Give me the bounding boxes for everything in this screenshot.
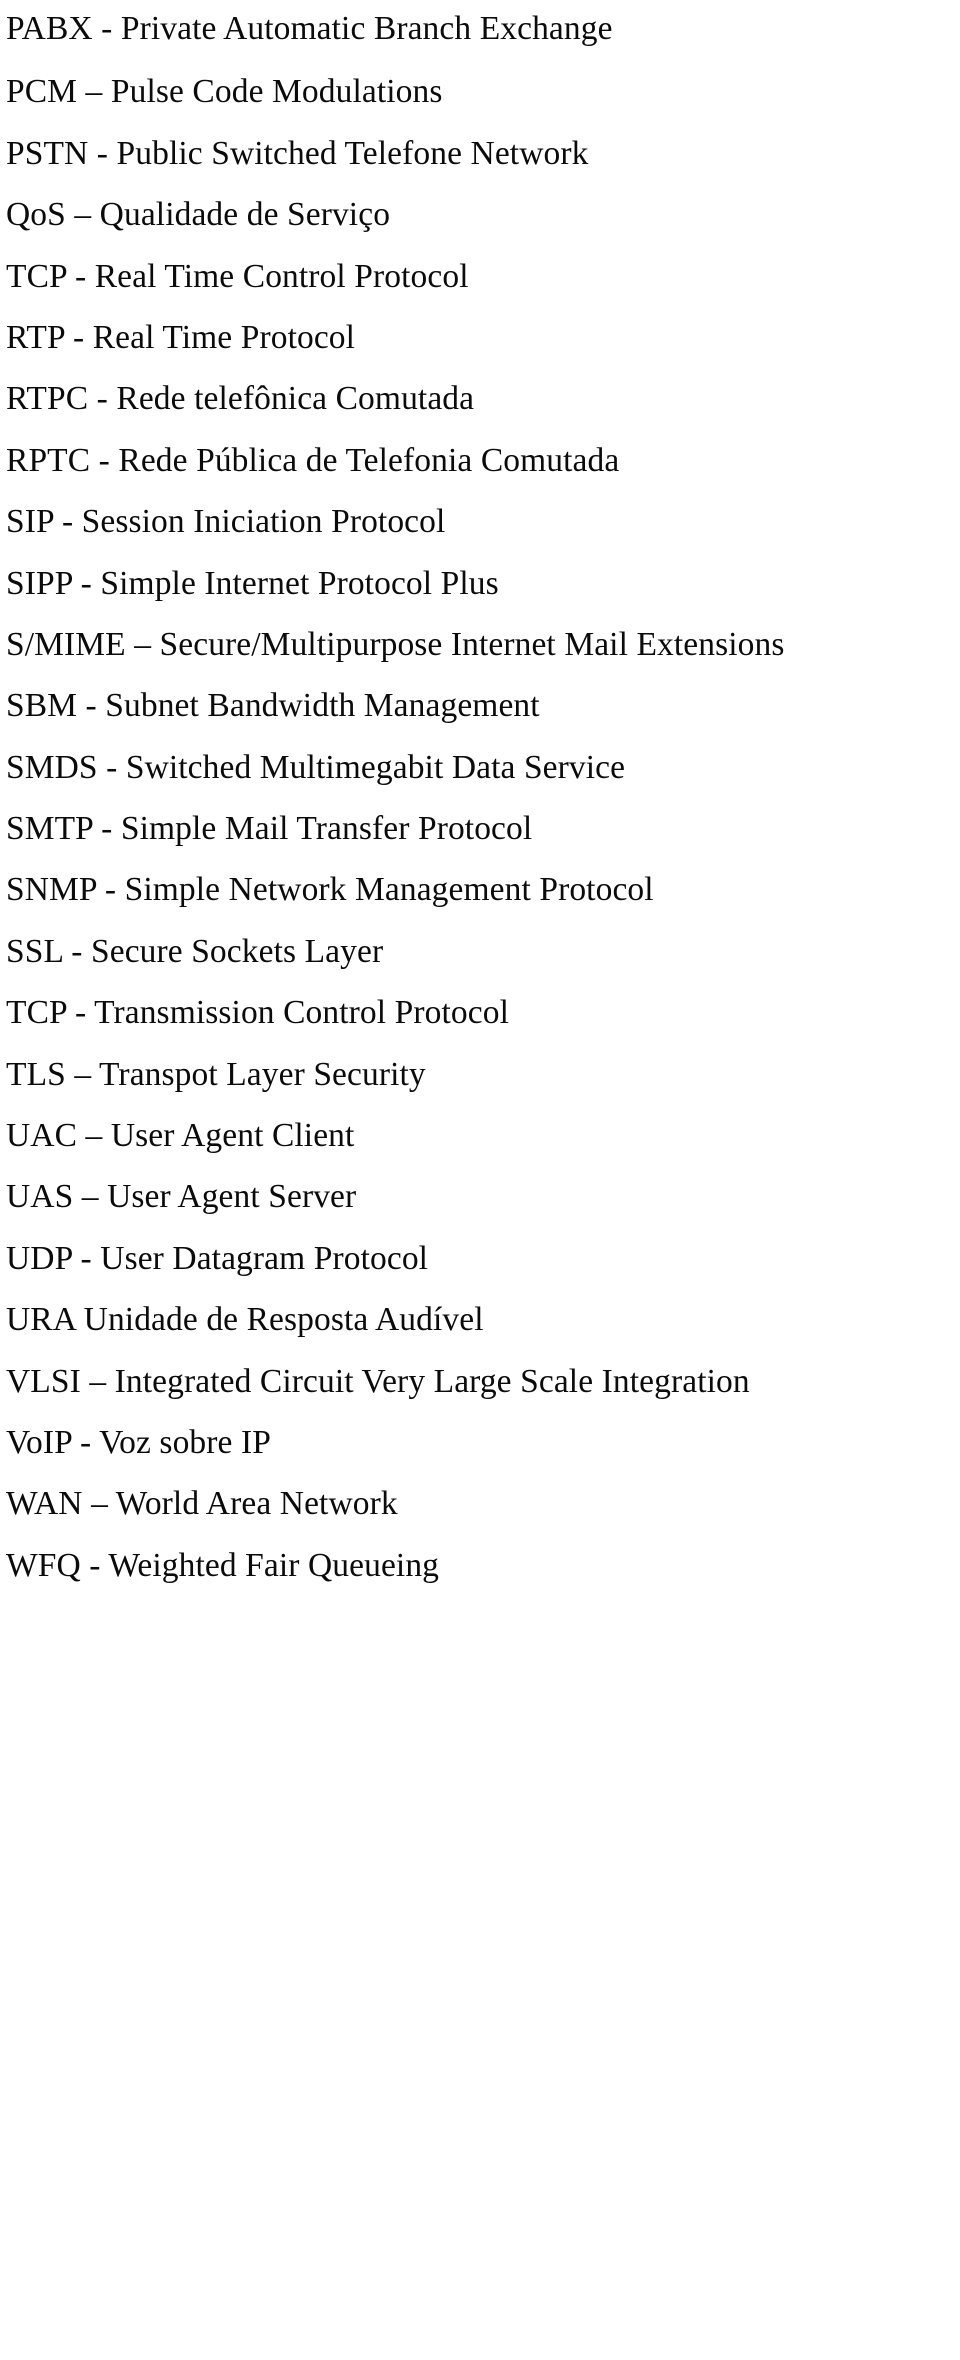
glossary-entry-text: PCM – Pulse Code Modulations	[6, 73, 443, 111]
glossary-entry: PABX - Private Automatic Branch Exchange	[0, 0, 960, 61]
glossary-entry: WFQ - Weighted Fair Queueing	[0, 1535, 960, 1596]
glossary-entry: PCM – Pulse Code Modulations	[0, 61, 960, 122]
glossary-entry: VoIP - Voz sobre IP	[0, 1412, 960, 1473]
glossary-entry: TLS – Transpot Layer Security	[0, 1044, 960, 1105]
glossary-entry: TCP - Real Time Control Protocol	[0, 246, 960, 307]
glossary-list: PABX - Private Automatic Branch Exchange…	[0, 0, 960, 1596]
glossary-entry: URA Unidade de Resposta Audível	[0, 1289, 960, 1350]
glossary-entry-text: SSL - Secure Sockets Layer	[6, 932, 384, 970]
glossary-entry: SBM - Subnet Bandwidth Management	[0, 675, 960, 736]
glossary-entry: SMTP - Simple Mail Transfer Protocol	[0, 798, 960, 859]
glossary-page: PABX - Private Automatic Branch Exchange…	[0, 0, 960, 2360]
glossary-entry-text: PSTN - Public Switched Telefone Network	[6, 134, 589, 172]
glossary-entry: SNMP - Simple Network Management Protoco…	[0, 859, 960, 920]
glossary-entry: SIP - Session Iniciation Protocol	[0, 491, 960, 552]
glossary-entry: RTP - Real Time Protocol	[0, 307, 960, 368]
glossary-entry-text: RTPC - Rede telefônica Comutada	[6, 380, 475, 418]
glossary-entry-text: S/MIME – Secure/Multipurpose Internet Ma…	[6, 625, 785, 663]
glossary-entry-text: RTP - Real Time Protocol	[6, 318, 356, 356]
glossary-entry-text: SMTP - Simple Mail Transfer Protocol	[6, 810, 533, 848]
glossary-entry: WAN – World Area Network	[0, 1473, 960, 1534]
glossary-entry-text: URA Unidade de Resposta Audível	[6, 1301, 484, 1339]
glossary-entry: TCP - Transmission Control Protocol	[0, 982, 960, 1043]
glossary-entry: QoS – Qualidade de Serviço	[0, 184, 960, 245]
glossary-entry: SSL - Secure Sockets Layer	[0, 921, 960, 982]
glossary-entry-text: SMDS - Switched Multimegabit Data Servic…	[6, 748, 626, 786]
glossary-entry-text: WAN – World Area Network	[6, 1485, 398, 1523]
glossary-entry: UAS – User Agent Server	[0, 1166, 960, 1227]
glossary-entry-text: UDP - User Datagram Protocol	[6, 1239, 429, 1277]
glossary-entry: UDP - User Datagram Protocol	[0, 1228, 960, 1289]
glossary-entry-text: SIPP - Simple Internet Protocol Plus	[6, 564, 499, 602]
glossary-entry-text: TCP - Transmission Control Protocol	[6, 994, 509, 1032]
glossary-entry-text: QoS – Qualidade de Serviço	[6, 196, 391, 234]
glossary-entry-text: TCP - Real Time Control Protocol	[6, 257, 469, 295]
glossary-entry-text: SBM - Subnet Bandwidth Management	[6, 687, 540, 725]
glossary-entry-text: VoIP - Voz sobre IP	[6, 1423, 271, 1461]
glossary-entry-text: UAC – User Agent Client	[6, 1117, 355, 1155]
glossary-entry-text: UAS – User Agent Server	[6, 1178, 357, 1216]
glossary-entry-text: SNMP - Simple Network Management Protoco…	[6, 871, 654, 909]
glossary-entry-text: PABX - Private Automatic Branch Exchange	[6, 10, 613, 47]
glossary-entry: UAC – User Agent Client	[0, 1105, 960, 1166]
glossary-entry: SMDS - Switched Multimegabit Data Servic…	[0, 737, 960, 798]
glossary-entry-text: RPTC - Rede Pública de Telefonia Comutad…	[6, 441, 620, 479]
glossary-entry-text: VLSI – Integrated Circuit Very Large Sca…	[6, 1362, 750, 1400]
glossary-entry-text: TLS – Transpot Layer Security	[6, 1055, 426, 1093]
glossary-entry: RPTC - Rede Pública de Telefonia Comutad…	[0, 430, 960, 491]
glossary-entry: PSTN - Public Switched Telefone Network	[0, 123, 960, 184]
glossary-entry-text: SIP - Session Iniciation Protocol	[6, 503, 446, 541]
glossary-entry: VLSI – Integrated Circuit Very Large Sca…	[0, 1351, 960, 1412]
glossary-entry: RTPC - Rede telefônica Comutada	[0, 368, 960, 429]
glossary-entry-text: WFQ - Weighted Fair Queueing	[6, 1546, 440, 1584]
glossary-entry: S/MIME – Secure/Multipurpose Internet Ma…	[0, 614, 960, 675]
glossary-entry: SIPP - Simple Internet Protocol Plus	[0, 553, 960, 614]
